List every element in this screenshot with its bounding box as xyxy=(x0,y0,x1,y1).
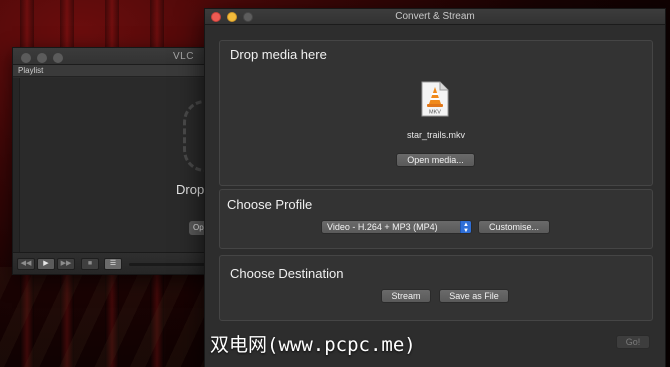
profile-select-value: Video - H.264 + MP3 (MP4) xyxy=(327,222,438,232)
window-title: Convert & Stream xyxy=(395,11,475,22)
vlc-titlebar[interactable]: VLC xyxy=(13,48,216,65)
choose-profile-title: Choose Profile xyxy=(227,197,313,212)
vlc-window-title: VLC xyxy=(173,51,194,62)
convert-stream-titlebar[interactable]: Convert & Stream xyxy=(205,9,665,25)
play-icon[interactable]: ▶ xyxy=(37,258,55,270)
playlist-header[interactable]: Playlist xyxy=(13,65,216,77)
stage-decoration xyxy=(0,267,220,367)
vlc-drop-area[interactable]: Drop Op xyxy=(13,78,216,252)
zoom-button[interactable] xyxy=(53,53,63,63)
choose-destination-title: Choose Destination xyxy=(230,266,344,281)
playlist-toggle-icon[interactable]: ☰ xyxy=(104,258,122,270)
file-type-badge: MKV xyxy=(429,110,441,116)
customise-button[interactable]: Customise... xyxy=(478,220,550,234)
drop-media-title: Drop media here xyxy=(230,47,327,62)
vlc-control-bar: ◀◀ ▶ ▶▶ ■ ☰ xyxy=(13,252,216,274)
save-as-file-button[interactable]: Save as File xyxy=(439,289,509,303)
rewind-icon[interactable]: ◀◀ xyxy=(17,258,35,270)
fast-forward-icon[interactable]: ▶▶ xyxy=(57,258,75,270)
convert-stream-window[interactable]: Convert & Stream Drop media here MKV sta… xyxy=(204,8,666,367)
stream-button[interactable]: Stream xyxy=(381,289,431,303)
vlc-mkv-file-icon[interactable]: MKV xyxy=(421,81,449,117)
vlc-playlist-window[interactable]: VLC Playlist Drop Op ◀◀ ▶ ▶▶ ■ ☰ xyxy=(12,47,217,275)
close-button[interactable] xyxy=(21,53,31,63)
profile-select[interactable]: Video - H.264 + MP3 (MP4) ▲ ▼ xyxy=(321,220,472,234)
seek-bar[interactable] xyxy=(129,263,212,266)
up-down-chevron-icon[interactable]: ▲ ▼ xyxy=(460,221,471,233)
choose-destination-panel: Choose Destination Stream Save as File xyxy=(219,255,653,321)
go-button[interactable]: Go! xyxy=(616,335,650,349)
watermark-text: 双电网(www.pcpc.me) xyxy=(210,334,416,356)
file-name: star_trails.mkv xyxy=(406,130,465,140)
stop-icon[interactable]: ■ xyxy=(81,258,99,270)
vlc-window-buttons xyxy=(21,53,63,63)
vlc-drop-text: Drop xyxy=(176,182,205,197)
drop-media-panel[interactable]: Drop media here MKV star_trails.mkv Open… xyxy=(219,40,653,186)
minimize-button[interactable] xyxy=(37,53,47,63)
choose-profile-panel: Choose Profile Video - H.264 + MP3 (MP4)… xyxy=(219,189,653,249)
open-media-button[interactable]: Open media... xyxy=(396,153,475,167)
playlist-sidebar[interactable] xyxy=(13,78,20,252)
